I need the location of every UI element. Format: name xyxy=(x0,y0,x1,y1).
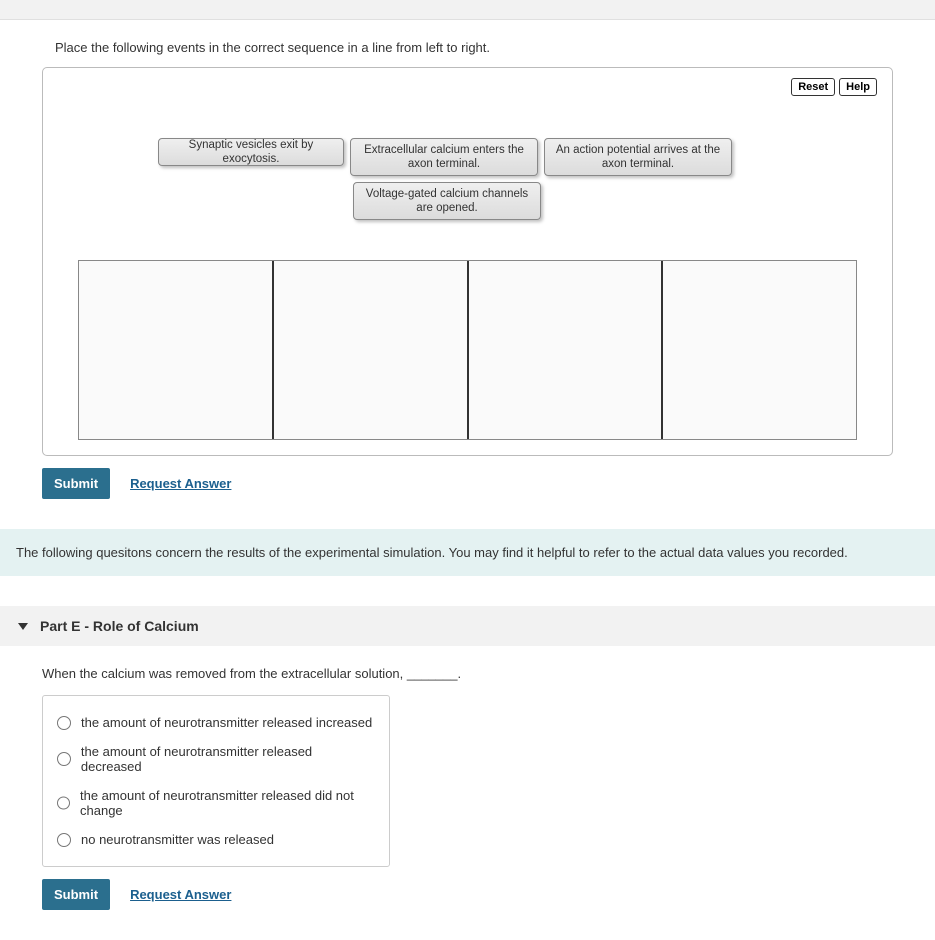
sequence-activity-box: Reset Help Synaptic vesicles exit by exo… xyxy=(42,67,893,456)
option-row-4[interactable]: no neurotransmitter was released xyxy=(57,825,375,854)
radio-option-1[interactable] xyxy=(57,716,71,730)
activity-controls: Reset Help xyxy=(791,78,877,96)
option-label-2: the amount of neurotransmitter released … xyxy=(81,744,375,774)
request-answer-link[interactable]: Request Answer xyxy=(130,476,231,491)
request-answer-link-e[interactable]: Request Answer xyxy=(130,887,231,902)
part-e-options: the amount of neurotransmitter released … xyxy=(42,695,390,867)
tiles-row-2: Voltage-gated calcium channels are opene… xyxy=(353,182,817,220)
radio-option-4[interactable] xyxy=(57,833,71,847)
drop-slot-1[interactable] xyxy=(79,261,274,439)
drop-slot-4[interactable] xyxy=(663,261,856,439)
tile-exocytosis[interactable]: Synaptic vesicles exit by exocytosis. xyxy=(158,138,344,166)
option-row-2[interactable]: the amount of neurotransmitter released … xyxy=(57,737,375,781)
sequence-drop-zone xyxy=(78,260,857,440)
submit-button-e[interactable]: Submit xyxy=(42,879,110,910)
tile-calcium-enters[interactable]: Extracellular calcium enters the axon te… xyxy=(350,138,538,176)
radio-option-2[interactable] xyxy=(57,752,71,766)
drop-slot-2[interactable] xyxy=(274,261,469,439)
tile-voltage-gated[interactable]: Voltage-gated calcium channels are opene… xyxy=(353,182,541,220)
part-e-actions: Submit Request Answer xyxy=(42,879,935,910)
top-header-bar xyxy=(0,0,935,20)
drop-slot-3[interactable] xyxy=(469,261,664,439)
option-row-1[interactable]: the amount of neurotransmitter released … xyxy=(57,708,375,737)
option-label-3: the amount of neurotransmitter released … xyxy=(80,788,375,818)
option-row-3[interactable]: the amount of neurotransmitter released … xyxy=(57,781,375,825)
part-d-actions: Submit Request Answer xyxy=(42,468,935,499)
part-e-title: Part E - Role of Calcium xyxy=(40,618,199,634)
part-d-instruction: Place the following events in the correc… xyxy=(0,20,935,67)
tiles-row-1: Synaptic vesicles exit by exocytosis. Ex… xyxy=(158,138,817,176)
help-button[interactable]: Help xyxy=(839,78,877,96)
option-label-4: no neurotransmitter was released xyxy=(81,832,274,847)
radio-option-3[interactable] xyxy=(57,796,70,810)
submit-button[interactable]: Submit xyxy=(42,468,110,499)
collapse-icon[interactable] xyxy=(18,623,28,630)
option-label-1: the amount of neurotransmitter released … xyxy=(81,715,372,730)
tile-action-potential[interactable]: An action potential arrives at the axon … xyxy=(544,138,732,176)
part-e-question: When the calcium was removed from the ex… xyxy=(0,646,935,695)
draggable-tiles-area: Synaptic vesicles exit by exocytosis. Ex… xyxy=(158,138,817,220)
part-e-header: Part E - Role of Calcium xyxy=(0,606,935,646)
info-banner: The following quesitons concern the resu… xyxy=(0,529,935,576)
reset-button[interactable]: Reset xyxy=(791,78,835,96)
